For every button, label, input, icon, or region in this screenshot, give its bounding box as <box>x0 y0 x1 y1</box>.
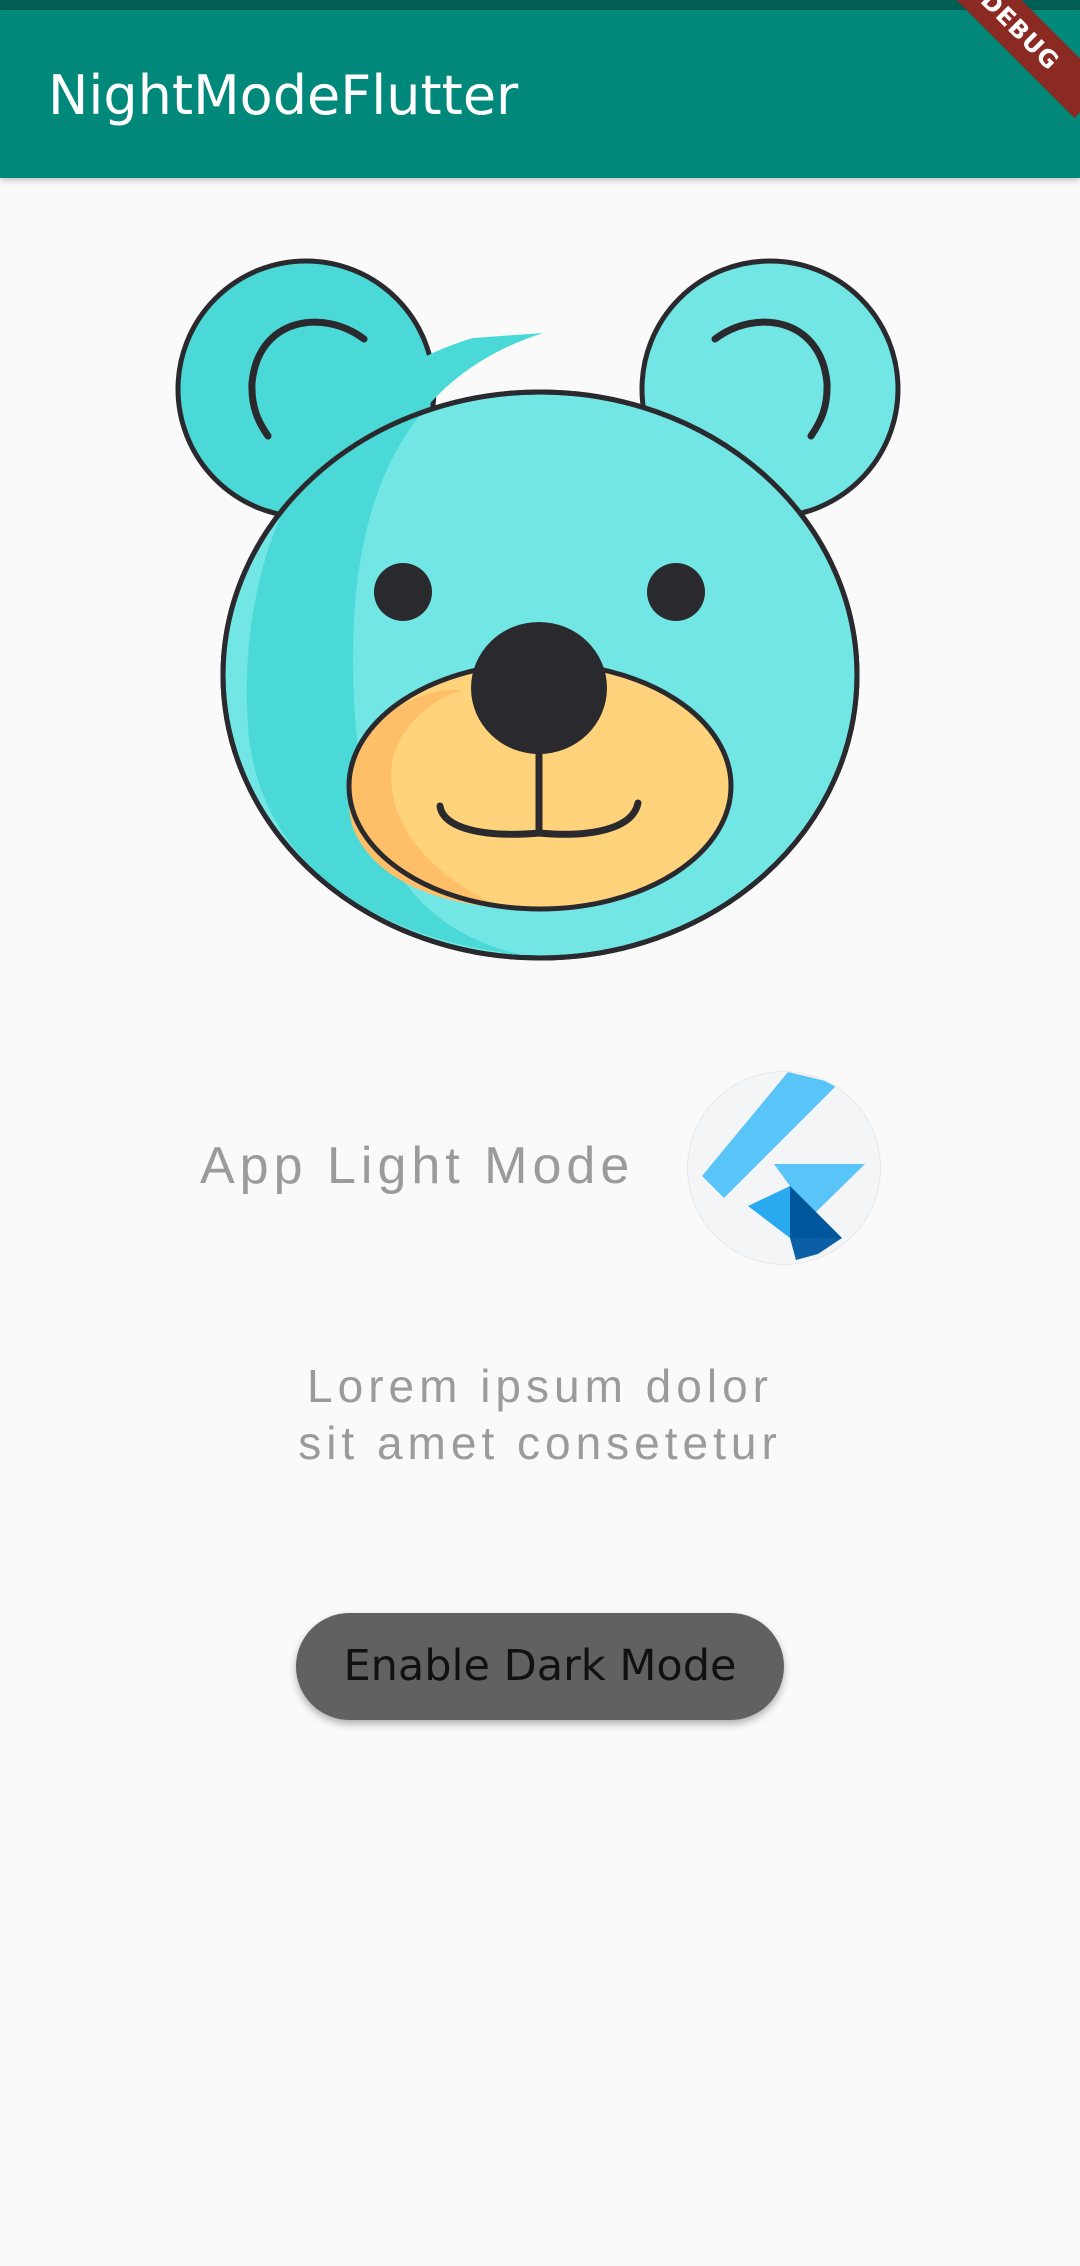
lorem-text: Lorem ipsum dolor sit amet consetetur <box>0 1358 1080 1472</box>
app-title: NightModeFlutter <box>48 64 519 127</box>
mode-row: App Light Mode <box>0 1070 1080 1270</box>
lorem-line-2: sit amet consetetur <box>298 1417 782 1469</box>
flutter-logo-icon <box>688 1072 880 1264</box>
lorem-line-1: Lorem ipsum dolor <box>307 1360 773 1412</box>
app-bar: NightModeFlutter <box>0 10 1080 178</box>
enable-dark-mode-button[interactable]: Enable Dark Mode <box>296 1613 784 1720</box>
bear-left-eye <box>374 563 432 621</box>
bear-right-eye <box>647 563 705 621</box>
bear-nose <box>471 622 607 754</box>
mode-label: App Light Mode <box>200 1137 635 1195</box>
bear-icon <box>175 258 901 961</box>
status-bar <box>0 0 1080 10</box>
